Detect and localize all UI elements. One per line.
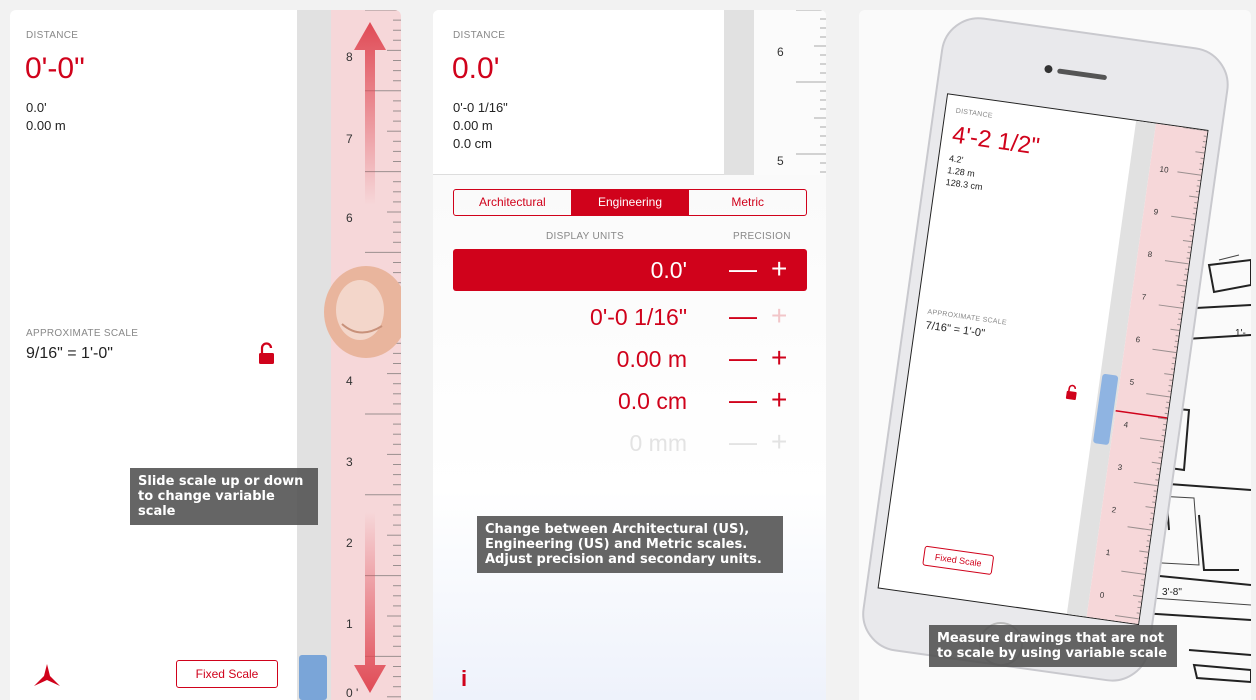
ruler-ticks (796, 10, 826, 173)
tab-metric[interactable]: Metric (689, 190, 806, 215)
unit-row-feet[interactable]: 0.0' — + (453, 249, 807, 291)
tab-engineering[interactable]: Engineering (571, 190, 690, 215)
app-logo-icon (34, 664, 60, 686)
approx-scale-label: APPROXIMATE SCALE (26, 328, 139, 339)
plus-button[interactable]: + (771, 426, 787, 458)
unit-value: 0.00 m (616, 346, 687, 372)
plus-button[interactable]: + (771, 342, 787, 374)
ruler-tick (1121, 570, 1148, 576)
unit-value: 0 mm (629, 430, 688, 456)
minus-button[interactable]: — (729, 384, 757, 416)
secondary-unit-3: 128.3 cm (945, 176, 984, 193)
distance-value: 0'-0" (25, 52, 85, 85)
finger-thumb-icon (324, 266, 401, 358)
secondary-unit-1: 0'-0 1/16" (453, 100, 508, 115)
unit-row-millimeters[interactable]: 0 mm — + (453, 422, 807, 464)
tooltip-slide-scale: Slide scale up or down to change variabl… (130, 468, 318, 525)
distance-value: 4'-2 1/2" (950, 121, 1042, 161)
display-units-label: DISPLAY UNITS (546, 231, 624, 242)
minus-button[interactable]: — (729, 426, 757, 458)
ruler-number: 6 (346, 211, 353, 225)
ruler-tick (1139, 437, 1166, 443)
ruler-tick (1164, 260, 1191, 265)
ruler-tick (1182, 239, 1194, 243)
plus-button[interactable]: + (771, 384, 787, 416)
ruler-tick (1176, 284, 1188, 287)
precision-label: PRECISION (733, 231, 791, 242)
plus-button[interactable]: + (771, 253, 787, 285)
settings-screen: DISTANCE 0.0' 0'-0 1/16" 0.00 m 0.0 cm 6… (433, 10, 826, 700)
approx-scale-value: 9/16" = 1'-0" (26, 345, 113, 362)
info-icon[interactable]: i (461, 666, 467, 692)
unit-row-feet-inches[interactable]: 0'-0 1/16" — + (453, 296, 807, 338)
secondary-unit-2: 0.00 m (26, 118, 66, 133)
minus-button[interactable]: — (729, 300, 757, 332)
ruler-tick (1177, 171, 1204, 176)
ruler-tick (1145, 506, 1157, 509)
tooltip-scale-types: Change between Architectural (US), Engin… (477, 516, 783, 573)
ruler-number: 4 (346, 374, 353, 388)
arrow-down-icon (354, 512, 386, 693)
distance-label: DISTANCE (26, 30, 79, 41)
unit-value: 0'-0 1/16" (590, 304, 687, 330)
distance-value: 0.0' (452, 52, 500, 85)
ruler-tick (1170, 328, 1182, 332)
distance-label: DISTANCE (955, 107, 994, 120)
ruler-tick (1158, 304, 1185, 310)
minus-button[interactable]: — (729, 253, 757, 285)
tab-architectural[interactable]: Architectural (454, 190, 572, 215)
ruler-tick (1189, 195, 1201, 199)
phone-on-drawing-photo: 3'-8" 1'- DISTANCE 4'-2 1/2" 4.2' 1.28 m… (859, 10, 1251, 700)
scale-type-segmented: Architectural Engineering Metric (453, 189, 807, 216)
plus-button[interactable]: + (771, 300, 787, 332)
secondary-unit-2: 0.00 m (453, 118, 493, 133)
secondary-unit-1: 0.0' (26, 100, 47, 115)
drawing-dimension-label: 1'- (1235, 328, 1246, 339)
ruler-tick (1139, 550, 1151, 554)
secondary-unit-3: 0.0 cm (453, 136, 493, 151)
ruler-track (724, 10, 754, 175)
ruler-tick (1132, 594, 1145, 598)
ruler-tick (1146, 393, 1173, 398)
unit-row-meters[interactable]: 0.00 m — + (453, 338, 807, 380)
tooltip-variable-scale: Measure drawings that are not to scale b… (929, 625, 1177, 667)
fixed-scale-button[interactable]: Fixed Scale (922, 545, 995, 576)
ruler-tick (1151, 461, 1163, 465)
unit-value: 0.0' (650, 257, 687, 283)
fixed-scale-button[interactable]: Fixed Scale (176, 660, 278, 688)
distance-label: DISTANCE (453, 30, 506, 41)
ruler-tick (1195, 151, 1207, 154)
minus-button[interactable]: — (729, 342, 757, 374)
ruler-tick (1164, 373, 1176, 376)
ruler-number: 5 (777, 154, 784, 168)
variable-scale-screen: DISTANCE 0'-0" 0.0' 0.00 m APPROXIMATE S… (10, 10, 401, 700)
arrow-up-icon (354, 22, 386, 205)
ruler-number: 6 (777, 45, 784, 59)
unlock-icon[interactable] (258, 342, 276, 366)
ruler-tick (1115, 614, 1141, 620)
ruler-tick (1133, 481, 1160, 487)
secondary-unit-1: 4.2' (948, 153, 964, 166)
ruler-tick (1127, 526, 1154, 531)
ruler-number: 3 (346, 455, 353, 469)
unlock-icon[interactable] (1065, 384, 1079, 402)
unit-row-centimeters[interactable]: 0.0 cm — + (453, 380, 807, 422)
ruler-tick (1171, 215, 1198, 221)
ruler-number: 10 (1159, 164, 1170, 175)
scale-handle[interactable] (299, 655, 327, 700)
ruler-tick (1152, 348, 1179, 354)
unit-value: 0.0 cm (617, 388, 687, 414)
